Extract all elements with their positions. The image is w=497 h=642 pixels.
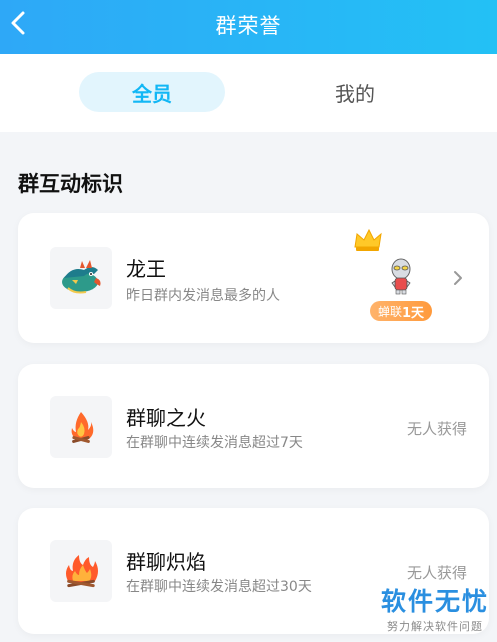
badge-name: 群聊炽焰: [126, 550, 206, 574]
watermark: 软件无忧 努力解决软件问题: [381, 582, 489, 634]
tab-bar: 全员 我的: [0, 54, 497, 132]
badge-icon-box: [50, 540, 112, 602]
badge-description: 昨日群内发消息最多的人: [126, 288, 280, 304]
badge-status: 无人获得: [406, 564, 467, 582]
streak-badge: 蝉联 1天: [370, 301, 432, 321]
badge-name: 群聊之火: [126, 406, 206, 430]
badge-icon-box: [50, 396, 112, 458]
top-bar: 群荣誉: [0, 0, 497, 54]
blaze-icon: [66, 555, 98, 588]
streak-days: 1天: [401, 305, 425, 321]
badge-icon-box: [50, 247, 112, 309]
badge-description: 在群聊中连续发消息超过30天: [126, 579, 312, 595]
page-title: 群荣誉: [215, 14, 282, 38]
badge-name: 龙王: [126, 257, 166, 281]
crown-icon: [354, 228, 382, 251]
badge-card-chat-fire[interactable]: 群聊之火 在群聊中连续发消息超过7天 无人获得: [18, 364, 489, 488]
dragon-icon: [62, 260, 101, 294]
tab-mine[interactable]: 我的: [282, 72, 428, 112]
fire-icon: [71, 412, 94, 443]
watermark-slogan: 努力解决软件问题: [386, 620, 483, 633]
tab-all-members[interactable]: 全员: [79, 72, 225, 112]
badge-description: 在群聊中连续发消息超过7天: [126, 435, 303, 451]
streak-prefix: 蝉联: [377, 304, 402, 319]
watermark-brand: 软件无忧: [380, 587, 489, 616]
badge-status: 无人获得: [406, 420, 467, 438]
section-title: 群互动标识: [18, 172, 123, 196]
badge-card-dragon-king[interactable]: 龙王 昨日群内发消息最多的人 蝉联 1天: [18, 213, 489, 343]
chevron-right-icon: [454, 271, 462, 285]
avatar[interactable]: [384, 257, 418, 295]
